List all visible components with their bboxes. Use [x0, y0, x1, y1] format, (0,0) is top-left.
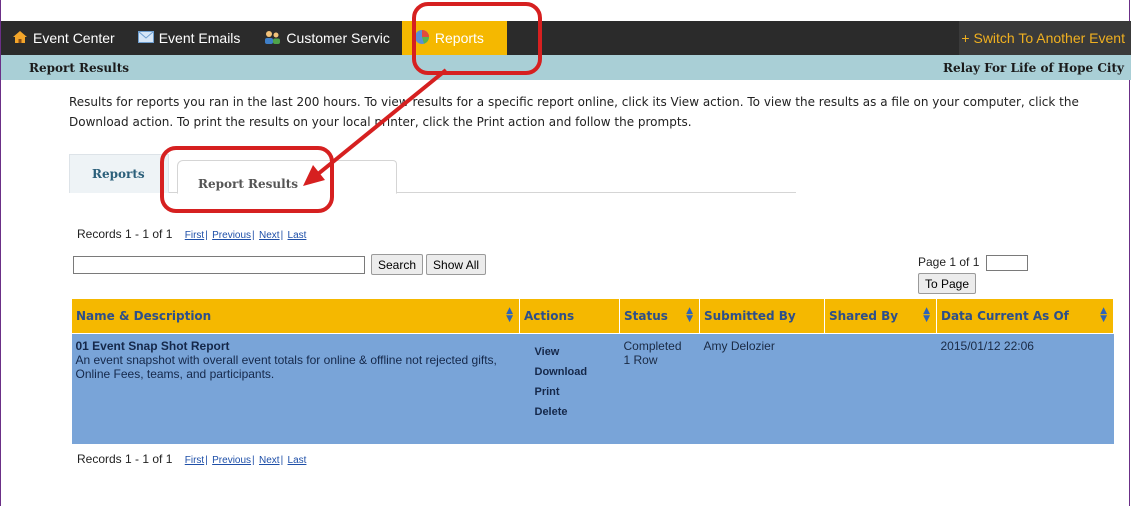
- status-rows: 1 Row: [623, 353, 658, 367]
- show-all-button[interactable]: Show All: [426, 254, 487, 275]
- first-link[interactable]: First: [185, 230, 204, 241]
- last-link[interactable]: Last: [288, 230, 307, 241]
- switch-event-link[interactable]: + Switch To Another Event: [959, 21, 1131, 55]
- sort-icon[interactable]: ▲ ▼: [923, 307, 930, 324]
- records-count: Records 1 - 1 of 1: [77, 452, 173, 466]
- separator: |: [205, 230, 208, 241]
- table-row: 01 Event Snap Shot Report An event snaps…: [71, 333, 1114, 444]
- status-cell: Completed 1 Row: [619, 333, 700, 444]
- submitted-by-cell: Amy Delozier: [699, 333, 825, 444]
- sort-icon[interactable]: ▲ ▼: [506, 307, 513, 324]
- page-header-bar: Report Results Relay For Life of Hope Ci…: [1, 55, 1131, 80]
- column-header[interactable]: Shared By ▲ ▼: [824, 298, 937, 334]
- first-link[interactable]: First: [185, 455, 204, 466]
- separator: |: [252, 230, 255, 241]
- records-nav-top: Records 1 - 1 of 1 First| Previous| Next…: [77, 227, 307, 241]
- nav-event-center[interactable]: Event Center: [1, 21, 127, 55]
- previous-link[interactable]: Previous: [212, 230, 251, 241]
- records-count: Records 1 - 1 of 1: [77, 227, 173, 241]
- shared-by-cell: [824, 333, 937, 444]
- search-input[interactable]: [73, 255, 365, 274]
- delete-action[interactable]: Delete: [535, 406, 616, 418]
- nav-customer-service[interactable]: Customer Servic: [252, 21, 401, 55]
- tab-bar: Reports Report Results: [69, 154, 796, 194]
- column-header[interactable]: Name & Description ▲ ▼: [71, 298, 520, 334]
- home-icon: [12, 30, 28, 47]
- separator: |: [205, 455, 208, 466]
- next-link[interactable]: Next: [259, 230, 280, 241]
- sort-icon[interactable]: ▲ ▼: [1100, 307, 1107, 324]
- actions-cell: View Download Print Delete: [519, 333, 620, 444]
- search-button[interactable]: Search: [371, 254, 424, 275]
- nav-label: Event Emails: [158, 30, 241, 46]
- last-link[interactable]: Last: [288, 455, 307, 466]
- to-page-button[interactable]: To Page: [918, 273, 977, 294]
- search-row: Search Show All: [73, 254, 487, 275]
- people-icon: [263, 30, 281, 47]
- results-table: Name & Description ▲ ▼ Actions Status ▲ ▼ Su…: [71, 298, 1114, 444]
- column-header: Submitted By: [699, 298, 825, 334]
- pager: Page 1 of 1 To Page: [918, 255, 1048, 294]
- report-name-cell: 01 Event Snap Shot Report An event snaps…: [71, 333, 520, 444]
- status-text: Completed: [623, 339, 682, 353]
- page-number-input[interactable]: [985, 255, 1028, 271]
- nav-event-emails[interactable]: Event Emails: [127, 21, 253, 55]
- intro-text: Results for reports you ran in the last …: [69, 95, 1079, 129]
- report-title: 01 Event Snap Shot Report: [75, 339, 230, 353]
- data-current-cell: 2015/01/12 22:06: [936, 333, 1114, 444]
- separator: |: [280, 455, 284, 466]
- nav-label: Customer Servic: [286, 30, 390, 46]
- tab-report-results[interactable]: Report Results: [177, 160, 397, 194]
- view-action[interactable]: View: [535, 346, 616, 358]
- column-header[interactable]: Data Current As Of ▲ ▼: [936, 298, 1114, 334]
- nav-reports[interactable]: Reports: [401, 21, 507, 55]
- page-title: Report Results: [29, 60, 129, 75]
- nav-label: Reports: [434, 30, 484, 46]
- next-link[interactable]: Next: [259, 455, 280, 466]
- download-action[interactable]: Download: [535, 366, 616, 378]
- tab-reports[interactable]: Reports: [69, 154, 169, 193]
- column-header: Actions: [519, 298, 620, 334]
- chart-icon: [414, 29, 430, 48]
- column-header[interactable]: Status ▲ ▼: [619, 298, 700, 334]
- top-nav: Event Center Event Emails Customer Servi…: [1, 21, 1131, 55]
- records-nav-bottom: Records 1 - 1 of 1 First| Previous| Next…: [77, 452, 307, 466]
- separator: |: [280, 230, 284, 241]
- print-action[interactable]: Print: [535, 386, 616, 398]
- table-header-row: Name & Description ▲ ▼ Actions Status ▲ ▼ Su…: [71, 298, 1114, 334]
- report-description: An event snapshot with overall event tot…: [75, 353, 497, 381]
- page-count: Page 1 of 1: [918, 255, 980, 270]
- previous-link[interactable]: Previous: [212, 455, 251, 466]
- event-name: Relay For Life of Hope City: [943, 60, 1124, 75]
- envelope-icon: [137, 30, 154, 46]
- app-frame: Event Center Event Emails Customer Servi…: [0, 0, 1131, 506]
- sort-icon[interactable]: ▲ ▼: [686, 307, 693, 324]
- nav-label: Event Center: [33, 30, 115, 46]
- separator: |: [252, 455, 255, 466]
